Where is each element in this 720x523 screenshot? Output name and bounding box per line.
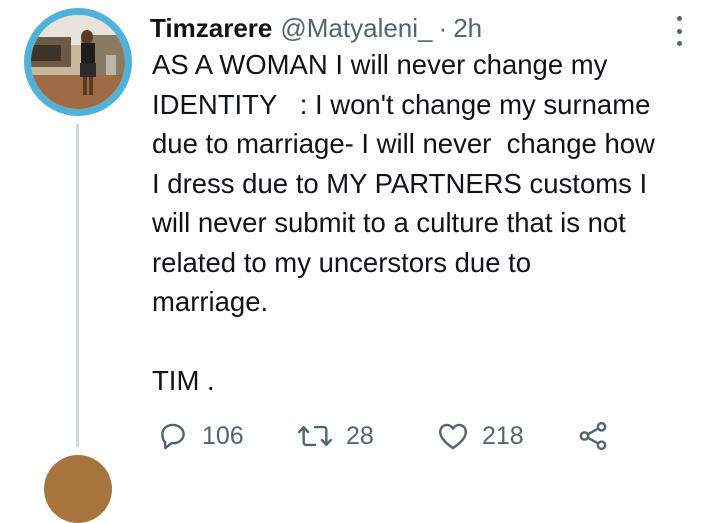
avatar[interactable] xyxy=(24,8,132,116)
tweet-text-line: TIM . xyxy=(152,365,215,396)
retweet-button[interactable]: 28 xyxy=(296,416,374,456)
tweet-text-line: due to marriage- I will never change how xyxy=(152,128,655,159)
reply-icon xyxy=(156,419,190,453)
like-button[interactable]: 218 xyxy=(436,416,524,456)
tweet-actions: 106 28 218 xyxy=(156,416,636,456)
timestamp[interactable]: 2h xyxy=(453,10,482,46)
separator: · xyxy=(438,13,448,43)
tweet-text-line: IDENTITY : I won't change my surname xyxy=(152,88,651,120)
reply-button[interactable]: 106 xyxy=(156,416,244,456)
tweet-text: AS A WOMAN I will never change my IDENTI… xyxy=(152,45,712,401)
next-tweet-avatar[interactable] xyxy=(44,455,112,523)
like-count: 218 xyxy=(482,421,524,450)
heart-icon xyxy=(436,419,470,453)
reply-count: 106 xyxy=(202,421,244,450)
more-dot xyxy=(676,28,682,34)
tweet-text-line: I dress due to MY PARTNERS customs I xyxy=(152,167,648,199)
display-name[interactable]: Timzarere xyxy=(150,10,272,46)
tweet-text-line: AS A WOMAN I will never change my xyxy=(152,49,608,80)
avatar-photo xyxy=(31,15,125,109)
tweet-header: Timzarere @Matyaleni_ · 2h xyxy=(150,10,482,46)
tweet-text-line xyxy=(152,322,712,362)
tweet-text-line: marriage. xyxy=(152,286,269,317)
share-button[interactable] xyxy=(576,416,610,456)
tweet: Timzarere @Matyaleni_ · 2h AS A WOMAN I … xyxy=(0,0,720,523)
tweet-text-line: related to my uncerstors due to xyxy=(152,246,532,278)
more-options-icon[interactable] xyxy=(664,14,694,48)
retweet-icon xyxy=(296,419,334,453)
retweet-count: 28 xyxy=(346,421,374,450)
thread-line xyxy=(76,124,79,447)
user-handle[interactable]: @Matyaleni_ xyxy=(280,10,432,46)
more-dot xyxy=(676,16,682,21)
tweet-text-line: will never submit to a culture that is n… xyxy=(152,207,626,238)
share-icon xyxy=(576,419,610,453)
